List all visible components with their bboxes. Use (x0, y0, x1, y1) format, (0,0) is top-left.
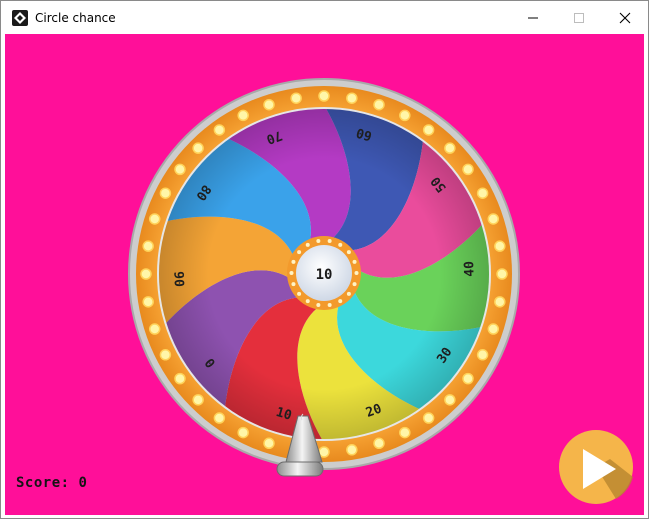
hub-dot (354, 271, 359, 275)
bulb-light (399, 426, 411, 439)
hub-dot (291, 282, 296, 287)
bulb-light (159, 187, 172, 199)
bulb-light (346, 92, 358, 104)
bulb-light (487, 213, 500, 225)
bulb-light (142, 240, 154, 252)
bulb-light (373, 437, 385, 450)
hub-dot (305, 299, 310, 304)
hub-value: 10 (316, 267, 333, 283)
score-label: Score: 0 (16, 475, 88, 491)
hub-dot (352, 259, 357, 264)
bulb-light (346, 444, 358, 456)
bulb-light (462, 372, 474, 385)
hub-dot (297, 291, 302, 296)
hub-dot (291, 259, 296, 264)
minimize-icon (528, 17, 538, 18)
close-button[interactable] (602, 1, 648, 34)
hub-dot (297, 250, 302, 255)
prize-wheel[interactable]: 70 60504030201009080 10 (5, 34, 644, 515)
window-title: Circle chance (35, 11, 116, 25)
hub-dot (352, 282, 357, 287)
bulb-light (174, 372, 186, 385)
bulb-light (444, 142, 456, 154)
maximize-button[interactable] (556, 1, 602, 34)
segment-label: 40 (462, 261, 478, 277)
title-bar: Circle chance (1, 1, 648, 34)
bulb-light (142, 296, 154, 308)
bulb-light (494, 240, 506, 252)
bulb-light (148, 213, 161, 225)
bulb-light (192, 394, 204, 406)
hub-dot (346, 291, 351, 296)
bulb-light (422, 412, 435, 424)
hub-dot (338, 242, 343, 247)
bulb-light (290, 92, 302, 104)
play-button[interactable] (558, 429, 636, 507)
bulb-light (494, 296, 506, 308)
bulb-light (237, 109, 249, 122)
hub-dot (316, 303, 321, 308)
bulb-light (192, 142, 204, 154)
bulb-light (399, 109, 411, 122)
bulb-light (263, 98, 275, 111)
bulb-light (159, 349, 172, 361)
bulb-light (487, 323, 500, 335)
bulb-light (213, 412, 226, 424)
app-window: Circle chance 70 60 50 40 30 20 10 0 90 … (0, 0, 649, 519)
hub-dot (338, 299, 343, 304)
bulb-light (373, 98, 385, 111)
bulb-light (140, 268, 152, 280)
game-area: 70 60 50 40 30 20 10 0 90 80 10 Score: 0 (5, 34, 644, 515)
bulb-light (422, 124, 435, 136)
bulb-light (263, 437, 275, 450)
bulb-light (213, 124, 226, 136)
hub-dot (327, 238, 332, 243)
close-icon (619, 12, 631, 23)
hub-dot (289, 271, 294, 275)
bulb-light (318, 90, 330, 102)
minimize-button[interactable] (510, 1, 556, 34)
segment-label: 90 (170, 271, 186, 287)
bulb-light (444, 394, 456, 406)
hub-dot (305, 242, 310, 247)
hub-dot (316, 238, 321, 243)
bulb-light (462, 163, 474, 176)
app-icon (12, 10, 28, 26)
hub-dot (327, 303, 332, 308)
bulb-light (174, 163, 186, 176)
bulb-light (496, 268, 508, 280)
bulb-light (237, 426, 249, 439)
bulb-light (476, 349, 489, 361)
bulb-light (148, 323, 161, 335)
maximize-icon (574, 12, 584, 23)
hub-dot (346, 250, 351, 255)
bulb-light (476, 187, 489, 199)
